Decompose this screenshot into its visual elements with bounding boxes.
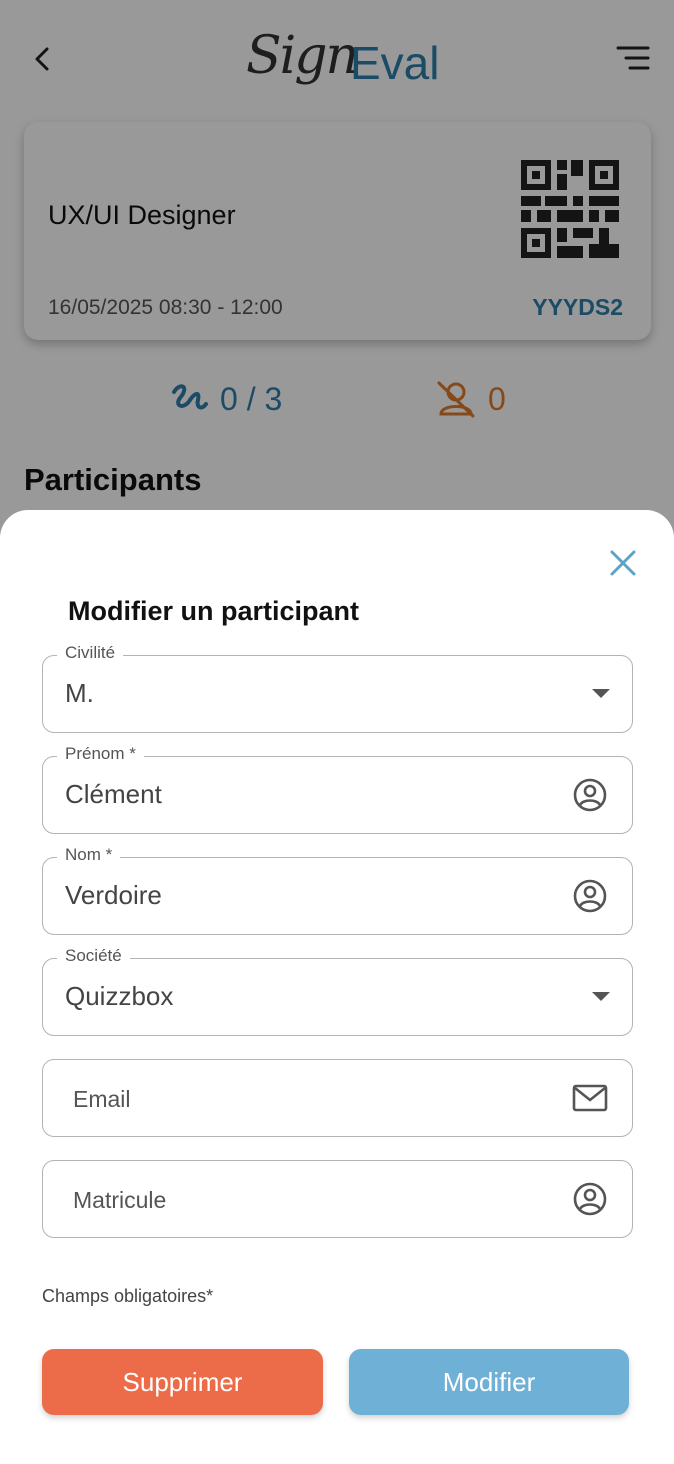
prenom-value: Clément <box>65 779 162 809</box>
email-field[interactable]: Email <box>42 1059 633 1137</box>
close-icon <box>610 550 636 576</box>
nom-value: Verdoire <box>65 880 162 910</box>
societe-value: Quizzbox <box>65 981 174 1011</box>
caret-down-icon <box>592 689 610 698</box>
envelope-icon <box>572 1084 608 1112</box>
edit-button[interactable]: Modifier <box>349 1349 629 1415</box>
prenom-field[interactable]: Prénom * Clément <box>42 744 633 834</box>
matricule-placeholder: Matricule <box>73 1187 167 1213</box>
matricule-field[interactable]: Matricule <box>42 1160 633 1238</box>
civilite-value: M. <box>65 678 94 708</box>
caret-down-icon <box>592 992 610 1001</box>
nom-field[interactable]: Nom * Verdoire <box>42 845 633 935</box>
delete-button[interactable]: Supprimer <box>42 1349 323 1415</box>
civilite-label: Civilité <box>57 643 124 663</box>
sheet-title: Modifier un participant <box>68 596 360 626</box>
civilite-select[interactable]: Civilité M. <box>42 643 633 733</box>
societe-label: Société <box>57 946 130 966</box>
societe-select[interactable]: Société Quizzbox <box>42 946 633 1036</box>
user-circle-icon <box>573 778 607 812</box>
close-button[interactable] <box>608 548 638 578</box>
edit-participant-sheet: Modifier un participant Civilité M. Prén… <box>0 510 674 1464</box>
prenom-label: Prénom * <box>57 744 144 764</box>
email-placeholder: Email <box>73 1086 131 1112</box>
user-circle-icon <box>573 879 607 913</box>
nom-label: Nom * <box>57 845 121 865</box>
user-circle-icon <box>573 1182 607 1216</box>
required-fields-note: Champs obligatoires* <box>42 1286 214 1306</box>
